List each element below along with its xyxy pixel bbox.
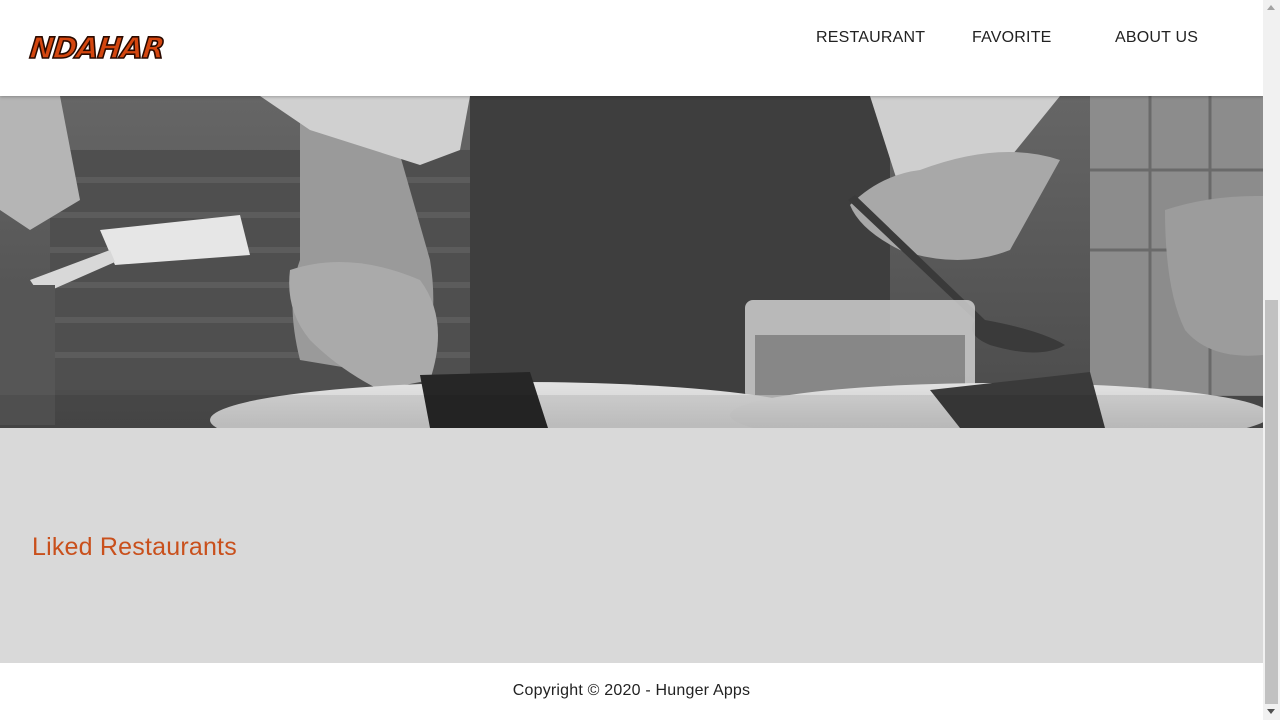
- main-content: Liked Restaurants: [0, 428, 1263, 663]
- site-header: NDAHAR RESTAURANT FAVORITE ABOUT US: [0, 0, 1263, 96]
- vertical-scrollbar[interactable]: [1263, 0, 1280, 720]
- copyright-text: Copyright © 2020 - Hunger Apps: [512, 682, 751, 699]
- liked-restaurants-title: Liked Restaurants: [32, 533, 237, 561]
- nav-link-favorite[interactable]: FAVORITE: [972, 29, 1052, 47]
- site-logo[interactable]: NDAHAR: [27, 30, 166, 66]
- page: NDAHAR RESTAURANT FAVORITE ABOUT US Like…: [0, 0, 1263, 720]
- scroll-down-arrow-icon[interactable]: [1267, 709, 1275, 714]
- nav-link-about-us[interactable]: ABOUT US: [1115, 29, 1198, 47]
- site-footer: Copyright © 2020 - Hunger Apps: [0, 663, 1263, 720]
- nav-link-restaurant[interactable]: RESTAURANT: [816, 29, 925, 47]
- scroll-up-arrow-icon[interactable]: [1267, 5, 1275, 10]
- scrollbar-thumb[interactable]: [1265, 300, 1278, 704]
